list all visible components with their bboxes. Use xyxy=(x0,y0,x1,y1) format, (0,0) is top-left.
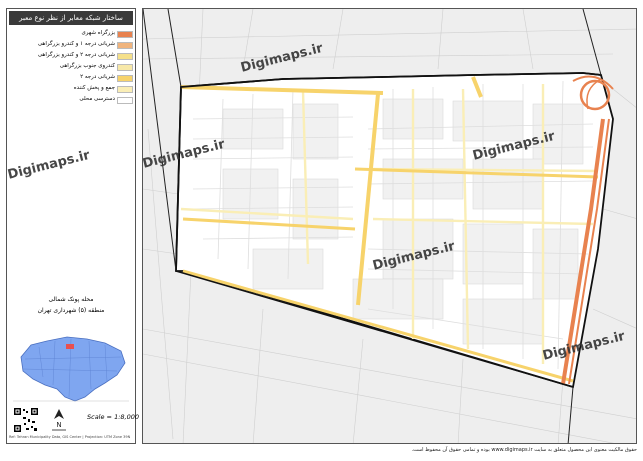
map-sheet: ساختار شبکه معابر از نظر نوع معبر بزرگرا… xyxy=(0,0,643,461)
yellow-line-icon xyxy=(117,53,133,60)
legend-item-label: جمع و پخش کننده xyxy=(73,85,115,91)
legend-item-label: کندروی جنوب بزرگراهی xyxy=(59,63,115,69)
thick-orange-line-icon xyxy=(117,31,133,38)
legend-item-label: شریانی درجه ۱ و کندرو بزرگراهی xyxy=(37,41,115,47)
qr-code-icon xyxy=(13,407,39,433)
legend-item: شریانی درجه ۲ xyxy=(11,73,133,82)
street-map-svg xyxy=(143,9,636,443)
legend-item-label: شریانی درجه ۲ xyxy=(80,74,115,80)
legend-title: ساختار شبکه معابر از نظر نوع معبر xyxy=(9,11,133,25)
legend-item-label: شریانی درجه ۲ و کندرو بزرگراهی xyxy=(37,52,115,58)
white-line-icon xyxy=(117,97,133,104)
north-arrow-icon: N xyxy=(52,409,66,431)
inset-location-map xyxy=(9,327,133,405)
pale-yellow-line-icon xyxy=(117,64,133,71)
legend-item-label: دسترسی محلی xyxy=(79,96,115,102)
inset-map-svg xyxy=(9,327,133,405)
sidebar-panel: ساختار شبکه معابر از نظر نوع معبر بزرگرا… xyxy=(6,8,139,444)
sidebar-footer-note: Ref: Tehran Municipality Data, GIS Cente… xyxy=(9,435,131,439)
svg-text:N: N xyxy=(56,421,61,429)
legend-item: بزرگراه شهری xyxy=(11,29,133,38)
scale-label: Scale = 1:8,000 xyxy=(87,413,139,421)
main-map[interactable]: Digimaps.ir Digimaps.ir Digimaps.ir Digi… xyxy=(142,8,637,444)
district-title: محله پونک شمالی xyxy=(48,296,94,303)
legend-item: جمع و پخش کننده xyxy=(11,84,133,93)
legend-item: کندروی جنوب بزرگراهی xyxy=(11,62,133,71)
legend-item: شریانی درجه ۱ و کندرو بزرگراهی xyxy=(11,40,133,49)
legend-item: شریانی درجه ۲ و کندرو بزرگراهی xyxy=(11,51,133,60)
legend-item-label: بزرگراه شهری xyxy=(81,30,115,36)
orange-line-icon xyxy=(117,42,133,49)
pale-line-icon xyxy=(117,86,133,93)
copyright-note: حقوق مالکیت معنوی این محصول متعلق به سای… xyxy=(411,447,637,453)
inset-highlight-area xyxy=(66,344,74,349)
yellow-line-icon xyxy=(117,75,133,82)
district-subtitle: منطقه (۵) شهرداری تهران xyxy=(37,307,105,314)
legend-item: دسترسی محلی xyxy=(11,95,133,104)
